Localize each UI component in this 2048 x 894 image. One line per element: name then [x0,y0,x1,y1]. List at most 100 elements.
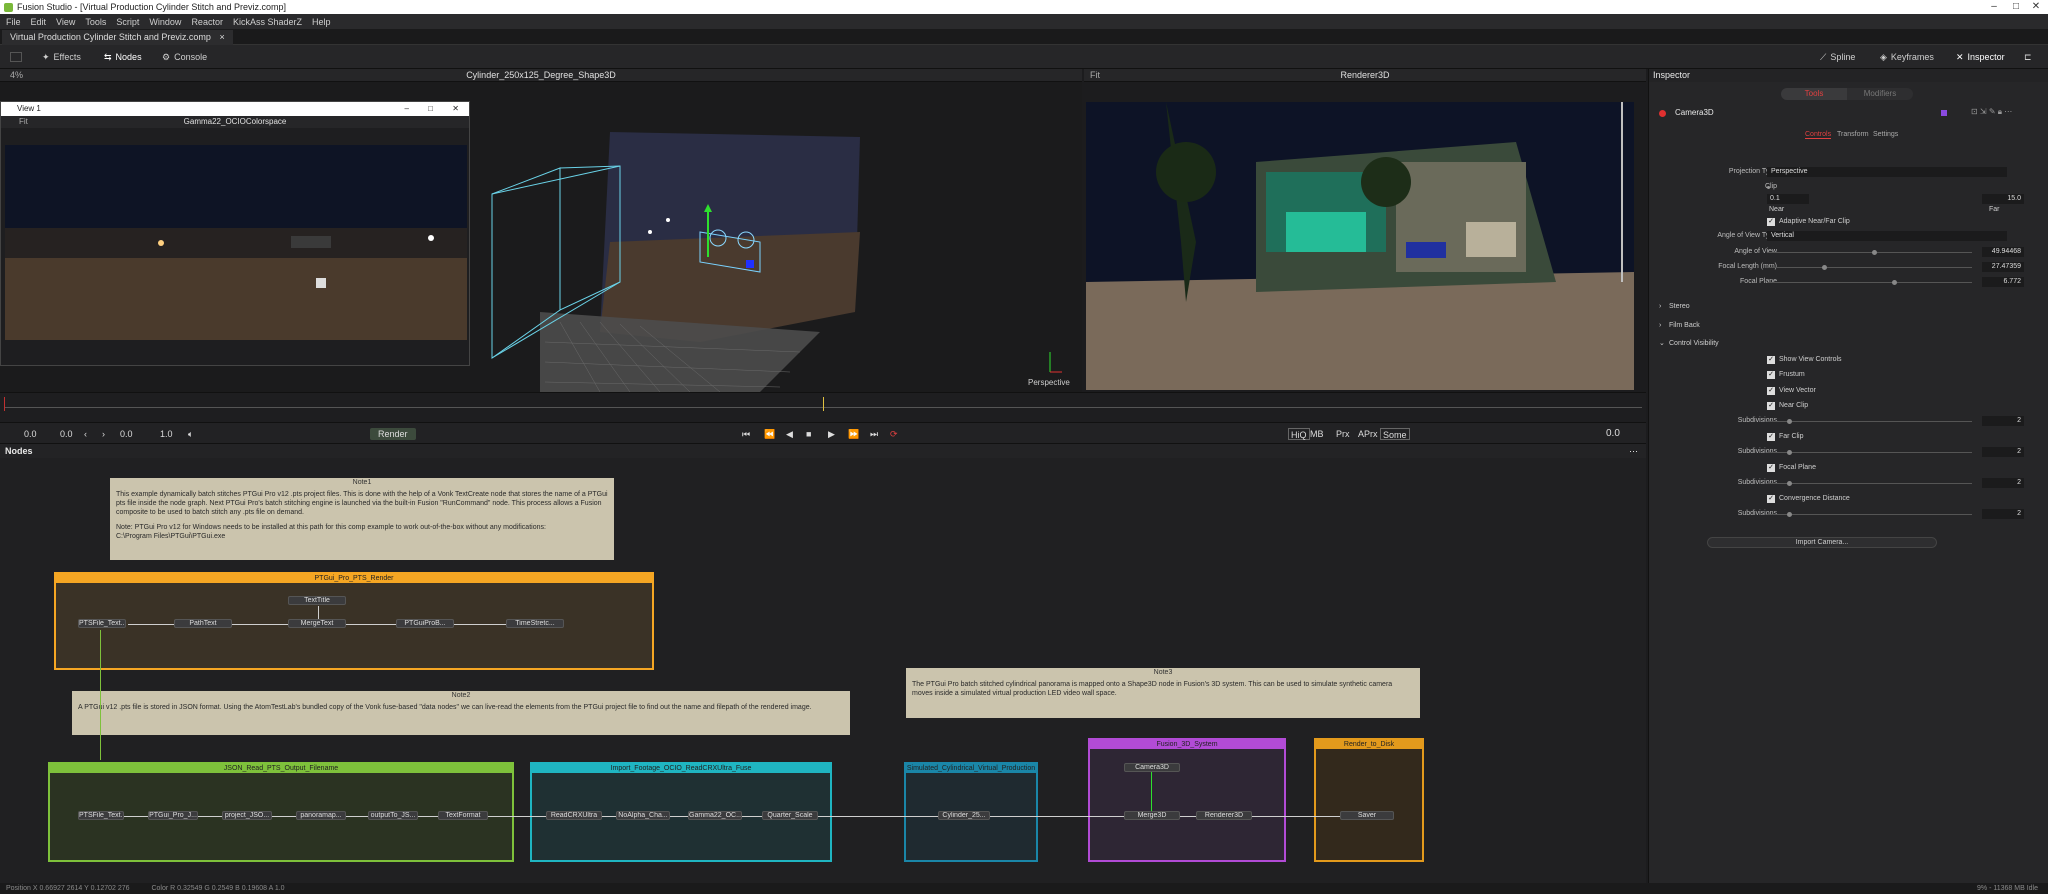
node-saver[interactable]: Saver [1340,811,1394,820]
effects-button[interactable]: ✦ Effects [42,50,81,64]
subdiv-3-field[interactable]: 2 [1982,478,2024,488]
subtab-transform[interactable]: Transform [1837,131,1869,138]
goto-end-icon[interactable]: ⏭ [870,428,878,440]
node-outputto[interactable]: outputTo_JS... [368,811,418,820]
node-project-json[interactable]: project_JSO... [222,811,272,820]
focal-field[interactable]: 27.47359 [1982,262,2024,272]
subdiv-1-slider[interactable] [1767,419,1972,424]
aprx-toggle[interactable]: APrx [1358,428,1378,440]
audio-icon[interactable]: 🔈︎ [188,428,193,440]
node-noalpha[interactable]: NoAlpha_Cha... [616,811,670,820]
focal-plane-field[interactable]: 6.772 [1982,277,2024,287]
node-renderer3d[interactable]: Renderer3D [1196,811,1252,820]
subtab-settings[interactable]: Settings [1873,131,1898,138]
node-camera3d[interactable]: Camera3D [1124,763,1180,772]
focal-slider-knob[interactable] [1822,265,1827,270]
timeline-ruler[interactable] [0,392,1646,422]
subdiv-1-knob[interactable] [1787,419,1792,424]
render-button[interactable]: Render [370,428,416,440]
node-panorama[interactable]: panoramap... [296,811,346,820]
node-readcrxultra[interactable]: ReadCRXUltra [546,811,602,820]
note2[interactable]: Note2 A PTGui v12 .pts file is stored in… [72,691,850,735]
frustum-checkbox[interactable]: ✓ [1767,371,1775,379]
menu-help[interactable]: Help [312,17,331,27]
mb-toggle[interactable]: MB [1310,428,1324,440]
render-end-field[interactable]: 1.0 [160,428,173,440]
panel-toggle-icon[interactable] [10,52,22,62]
node-textformat[interactable]: TextFormat [438,811,488,820]
group-ptgui-render[interactable]: PTGui_Pro_PTS_Render [54,572,654,670]
menu-edit[interactable]: Edit [31,17,47,27]
node-ptguiprob[interactable]: PTGuiProB... [396,619,454,628]
node-mergetext[interactable]: MergeText [288,619,346,628]
section-control-visibility[interactable]: ⌄ Control Visibility [1649,338,2048,350]
render-start-field[interactable]: 0.0 [60,428,73,440]
subdiv-2-field[interactable]: 2 [1982,447,2024,457]
projection-type-dropdown[interactable]: Perspective [1767,167,2007,177]
maximize-icon[interactable]: □ [2006,0,2026,14]
group-render-disk[interactable]: Render_to_Disk [1314,738,1424,862]
menu-file[interactable]: File [6,17,21,27]
menu-window[interactable]: Window [149,17,181,27]
import-camera-button[interactable]: Import Camera... [1707,537,1937,548]
node-gamma22[interactable]: Gamma22_OC... [688,811,742,820]
toolbar-more-icon[interactable]: ⊏ [2024,50,2032,64]
floating-minimize-icon[interactable]: – [405,102,409,116]
near-clip-checkbox[interactable]: ✓ [1767,402,1775,410]
step-back-icon[interactable]: ⏪ [764,428,775,440]
node-pathtext[interactable]: PathText [174,619,232,628]
section-film-back[interactable]: › Film Back [1649,320,2048,332]
step-forward-icon[interactable]: ⏩ [848,428,859,440]
subdiv-2-slider[interactable] [1767,450,1972,455]
nodes-panel-menu-icon[interactable]: ⋯ [1629,444,1638,458]
floating-maximize-icon[interactable]: □ [428,102,433,116]
minimize-icon[interactable]: – [1984,0,2004,14]
play-reverse-icon[interactable]: ◀ [786,428,793,440]
prev-key-icon[interactable]: ‹ [84,428,87,440]
loop-icon[interactable]: ⟳ [890,428,898,440]
menu-kickass[interactable]: KickAss ShaderZ [233,17,302,27]
menu-view[interactable]: View [56,17,75,27]
angle-field[interactable]: 49.94468 [1982,247,2024,257]
adaptive-checkbox[interactable]: ✓ [1767,218,1775,226]
keyframes-button[interactable]: ◈ Keyframes [1880,50,1934,64]
subdiv-4-slider[interactable] [1767,512,1972,517]
node-ptgui-pro-json[interactable]: PTGui_Pro_J... [148,811,198,820]
menu-reactor[interactable]: Reactor [191,17,223,27]
node-ptsfile-text-b[interactable]: PTSFile_Text... [78,811,124,820]
group-fusion-3d[interactable]: Fusion_3D_System [1088,738,1286,862]
prx-toggle[interactable]: Prx [1336,428,1350,440]
inspector-button[interactable]: ✕ Inspector [1956,50,2005,64]
note1[interactable]: Note1 This example dynamically batch sti… [110,478,614,560]
show-view-checkbox[interactable]: ✓ [1767,356,1775,364]
view-vector-checkbox[interactable]: ✓ [1767,387,1775,395]
angle-slider-knob[interactable] [1872,250,1877,255]
focal-slider[interactable] [1767,265,1972,270]
node-graph[interactable]: Note1 This example dynamically batch sti… [0,458,1646,883]
subdiv-4-knob[interactable] [1787,512,1792,517]
inspector-node-actions-icon[interactable]: ⊡ ⇲ ✎ 🔒︎ ⋯ [1971,107,2012,117]
section-stereo[interactable]: › Stereo [1649,301,2048,313]
node-ptsfile-text-a[interactable]: PTSFile_Text... [78,619,126,628]
focal-plane-vis-checkbox[interactable]: ✓ [1767,464,1775,472]
hiq-toggle[interactable]: HiQ [1288,428,1310,440]
subdiv-4-field[interactable]: 2 [1982,509,2024,519]
menu-tools[interactable]: Tools [85,17,106,27]
focal-plane-slider[interactable] [1767,280,1972,285]
doc-tab-close-icon[interactable]: × [219,32,224,42]
floating-view-fit[interactable]: Fit [19,116,28,128]
current-time-field[interactable]: 0.0 [120,428,133,440]
angle-type-dropdown[interactable]: Vertical [1767,231,2007,241]
viewer-left-zoom[interactable]: 4% [10,69,23,82]
some-toggle[interactable]: Some [1380,428,1410,440]
viewer-right-fit[interactable]: Fit [1090,69,1100,82]
note3[interactable]: Note3 The PTGui Pro batch stitched cylin… [906,668,1420,718]
node-merge3d[interactable]: Merge3D [1124,811,1180,820]
near-field[interactable]: 0.1 [1767,194,1809,204]
node-color-swatch[interactable] [1941,110,1947,116]
stop-icon[interactable]: ■ [806,428,811,440]
spline-button[interactable]: ⟋ Spline [1820,50,1855,64]
inspector-tab-modifiers[interactable]: Modifiers [1847,88,1913,100]
play-icon[interactable]: ▶ [828,428,835,440]
node-enable-icon[interactable] [1659,110,1666,117]
